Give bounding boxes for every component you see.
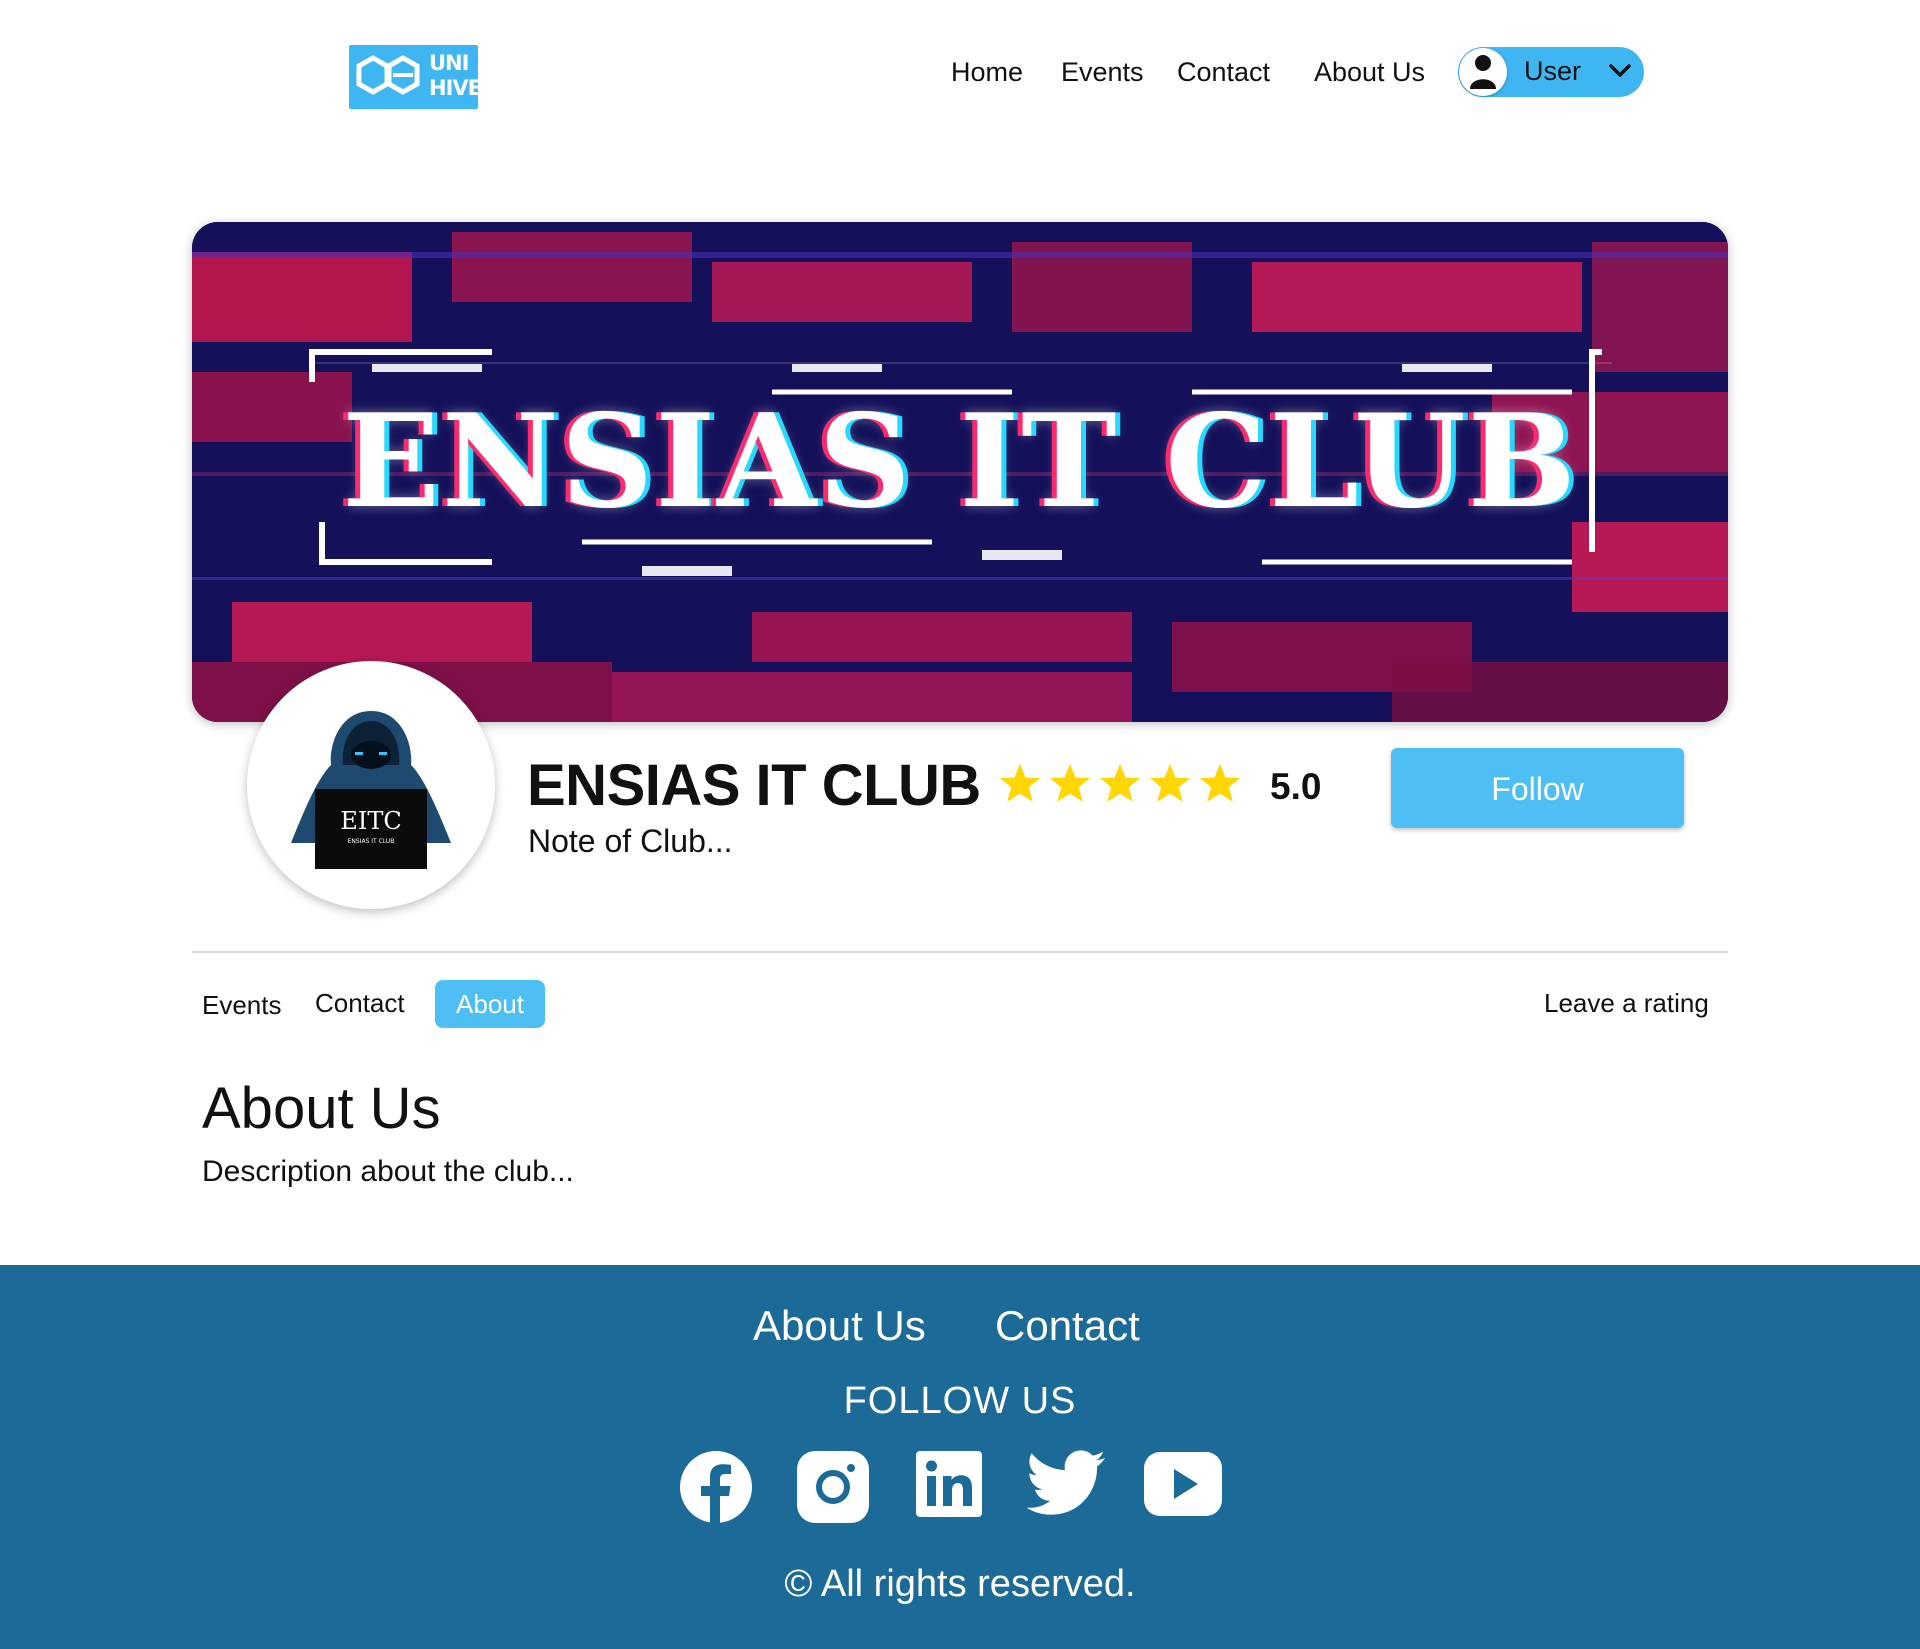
facebook-icon[interactable] bbox=[679, 1450, 753, 1524]
footer-link-contact[interactable]: Contact bbox=[995, 1302, 1140, 1350]
chevron-down-icon bbox=[1609, 64, 1631, 77]
youtube-icon[interactable] bbox=[1143, 1450, 1223, 1518]
star-rating bbox=[998, 762, 1242, 804]
svg-text:ENSIAS IT CLUB: ENSIAS IT CLUB bbox=[348, 838, 395, 845]
separator-dot bbox=[961, 780, 970, 789]
logo-wordmark: UNI HIVE bbox=[429, 51, 482, 100]
star-icon bbox=[1099, 763, 1141, 802]
star-icon bbox=[1199, 763, 1241, 802]
unihive-logo[interactable]: UNI HIVE bbox=[349, 45, 482, 109]
linkedin-icon[interactable] bbox=[915, 1450, 983, 1518]
star-icon bbox=[999, 763, 1041, 802]
star-icon bbox=[1149, 763, 1191, 802]
user-avatar bbox=[1459, 48, 1507, 96]
nav-events[interactable]: Events bbox=[1061, 57, 1144, 89]
footer-link-about-us[interactable]: About Us bbox=[753, 1302, 926, 1350]
copyright-text: © All rights reserved. bbox=[784, 1563, 1136, 1605]
section-divider bbox=[192, 951, 1728, 953]
user-menu-button[interactable]: User bbox=[1458, 47, 1644, 97]
user-label: User bbox=[1524, 56, 1582, 86]
nav-home[interactable]: Home bbox=[951, 57, 1023, 89]
nav-about-us[interactable]: About Us bbox=[1314, 57, 1425, 89]
hooded-hacker-logo: EITC ENSIAS IT CLUB bbox=[291, 711, 451, 869]
follow-us-label: FOLLOW US bbox=[843, 1380, 1077, 1422]
about-heading: About Us bbox=[202, 1076, 441, 1141]
banner-title: ENSIAS IT CLUB bbox=[342, 387, 1578, 537]
tab-about[interactable]: About bbox=[435, 980, 545, 1028]
tab-events[interactable]: Events bbox=[202, 990, 282, 1021]
follow-button[interactable]: Follow bbox=[1391, 748, 1684, 828]
instagram-icon[interactable] bbox=[796, 1450, 870, 1524]
twitter-icon[interactable] bbox=[1027, 1450, 1107, 1516]
nav-contact[interactable]: Contact bbox=[1177, 57, 1270, 89]
club-name: ENSIAS IT CLUB bbox=[527, 753, 981, 818]
about-description: Description about the club... bbox=[202, 1155, 574, 1188]
user-icon bbox=[1470, 55, 1496, 89]
svg-text:EITC: EITC bbox=[340, 807, 401, 835]
club-banner: ENSIAS IT CLUB bbox=[192, 222, 1728, 722]
leave-rating-link[interactable]: Leave a rating bbox=[1544, 988, 1709, 1019]
tab-contact[interactable]: Contact bbox=[315, 988, 405, 1019]
club-avatar: EITC ENSIAS IT CLUB bbox=[247, 661, 495, 909]
hive-logo-icon bbox=[356, 55, 420, 95]
club-note: Note of Club... bbox=[528, 823, 733, 859]
rating-value: 5.0 bbox=[1270, 766, 1322, 807]
star-icon bbox=[1049, 763, 1091, 802]
